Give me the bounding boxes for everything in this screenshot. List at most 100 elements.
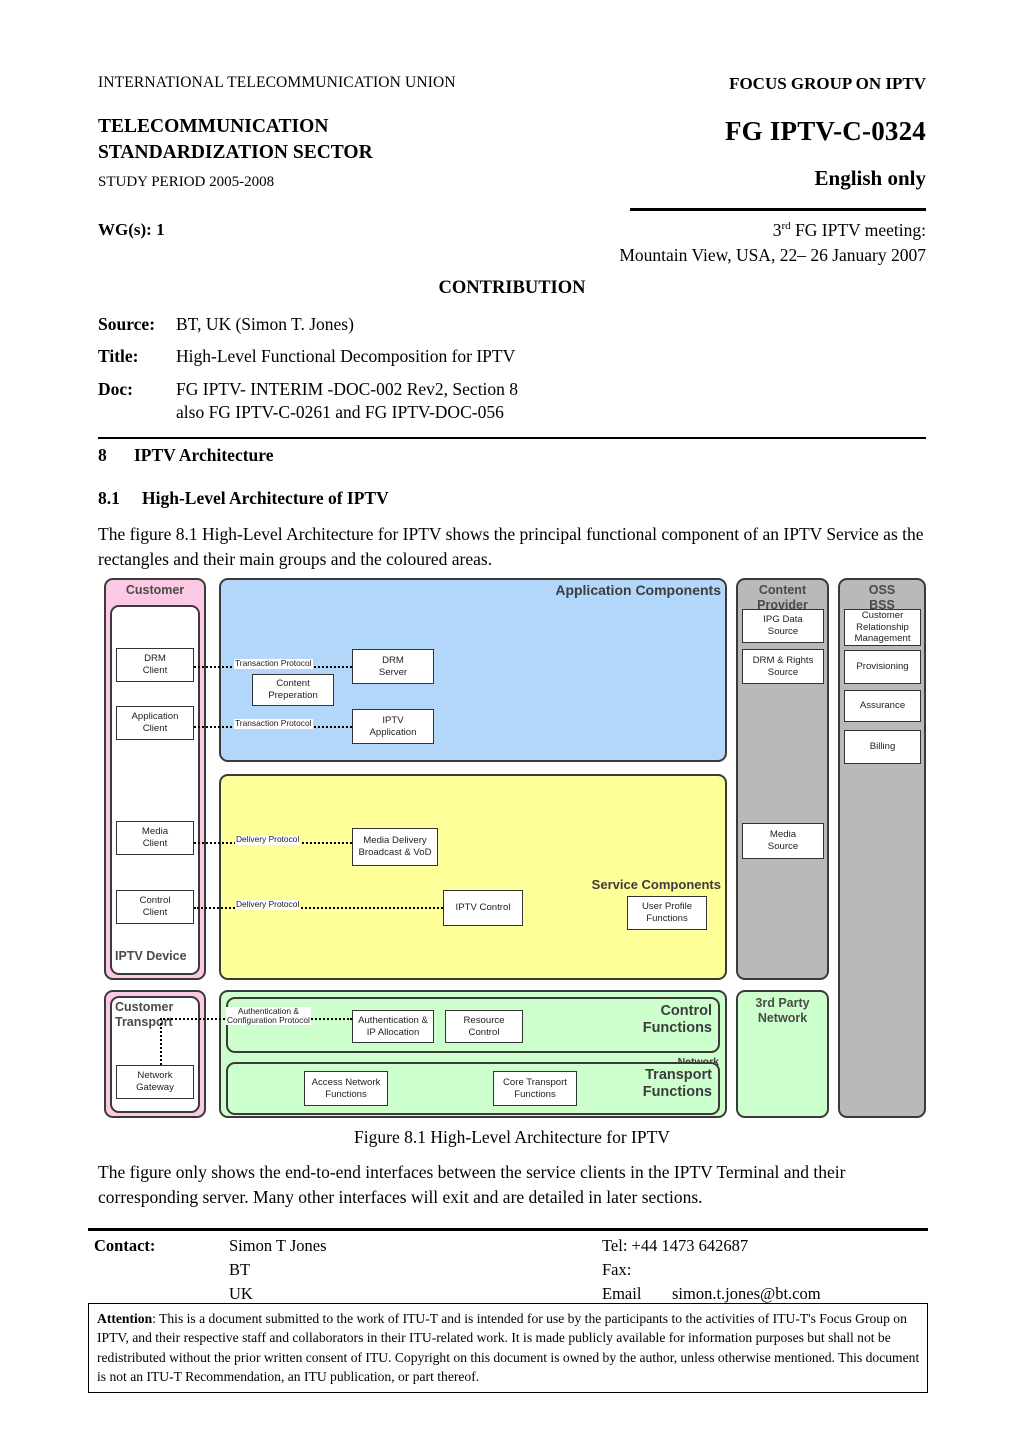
node-assurance: Assurance <box>844 690 921 722</box>
zone-customer-title: Customer <box>125 583 185 597</box>
contact-left-column: Simon T Jones BT UK <box>229 1234 327 1305</box>
sector-line-1: TELECOMMUNICATION <box>98 116 329 137</box>
drm-server-line-1: DRM <box>382 654 404 666</box>
media-client-line-1: Media <box>141 826 169 838</box>
protocol-label-auth-config: Authentication & Configuration Protocol <box>226 1006 311 1026</box>
crm-line-1: Customer <box>861 609 904 621</box>
iptv-application-line-2: Application <box>369 726 417 738</box>
node-iptv-control: IPTV Control <box>443 890 523 926</box>
content-preparation-line-1: Content <box>276 678 310 690</box>
node-media-source: Media Source <box>742 823 824 859</box>
transport-functions-line-1: Transport <box>645 1067 712 1083</box>
contact-divider <box>88 1228 928 1231</box>
section-heading-8-1: 8.1 High-Level Architecture of IPTV <box>98 488 389 509</box>
media-source-line-1: Media <box>769 829 797 841</box>
contact-name: Simon T Jones <box>229 1236 327 1255</box>
document-metadata: Source: BT, UK (Simon T. Jones) Title: H… <box>98 313 926 434</box>
drm-server-line-2: Server <box>378 666 408 678</box>
iptv-application-line-1: IPTV <box>382 714 404 726</box>
title-label: Title: <box>98 346 139 367</box>
title-value: High-Level Functional Decomposition for … <box>176 346 516 367</box>
ipg-data-line-1: IPG Data <box>763 614 803 626</box>
network-gateway-line-2: Gateway <box>136 1082 174 1093</box>
attention-text: : This is a document submitted to the wo… <box>97 1311 920 1384</box>
auth-ip-line-2: IP Allocation <box>366 1026 420 1038</box>
section-8-1-text: High-Level Architecture of IPTV <box>142 488 389 508</box>
resource-control-line-1: Resource <box>463 1014 505 1026</box>
focus-group-line: FOCUS GROUP ON IPTV <box>729 74 926 93</box>
control-functions-line-1: Control <box>660 1003 712 1019</box>
meeting-info: 3rd FG IPTV meeting: Mountain View, USA,… <box>619 218 926 268</box>
attention-notice: Attention: This is a document submitted … <box>88 1303 928 1394</box>
media-source-line-2: Source <box>767 841 799 852</box>
doc-label: Doc: <box>98 378 133 399</box>
doc-value-line-1: FG IPTV- INTERIM -DOC-002 Rev2, Section … <box>176 378 519 399</box>
meta-row-source: Source: BT, UK (Simon T. Jones) <box>98 313 926 336</box>
itu-union-line: INTERNATIONAL TELECOMMUNICATION UNION <box>98 74 456 91</box>
connector-gateway-vertical <box>160 1018 162 1065</box>
crm-line-3: Management <box>854 633 911 645</box>
meta-row-title: Title: High-Level Functional Decompositi… <box>98 345 926 368</box>
document-page: INTERNATIONAL TELECOMMUNICATION UNION FO… <box>0 0 1020 1443</box>
meeting-ordinal-suffix: rd <box>781 220 791 233</box>
document-number: FG IPTV-C-0324 <box>724 116 926 146</box>
figure-caption: Figure 8.1 High-Level Architecture for I… <box>354 1127 670 1147</box>
node-user-profile-functions: User Profile Functions <box>627 896 707 930</box>
zone-application-components <box>219 578 727 762</box>
customer-transport-line-1: Customer <box>115 1000 174 1014</box>
node-resource-control: Resource Control <box>445 1010 523 1043</box>
core-transport-line-1: Core Transport <box>503 1076 567 1088</box>
zone-application-components-title: Application Components <box>555 582 721 598</box>
source-value: BT, UK (Simon T. Jones) <box>176 314 354 334</box>
user-profile-line-1: User Profile <box>641 901 693 913</box>
attention-label: Attention <box>97 1311 153 1326</box>
node-billing: Billing <box>844 730 921 764</box>
after-figure-paragraph: The figure only shows the end-to-end int… <box>98 1162 846 1207</box>
language-note: English only <box>814 166 926 190</box>
content-provider-line-1: Content <box>758 583 807 597</box>
meeting-ordinal-num: 3 <box>772 220 782 240</box>
node-access-network-functions: Access Network Functions <box>304 1071 388 1106</box>
ipg-data-line-2: Source <box>767 626 799 637</box>
network-gateway-line-1: Network <box>137 1070 173 1082</box>
node-drm-rights-source: DRM & Rights Source <box>742 649 824 684</box>
control-functions-line-2: Functions <box>642 1019 712 1036</box>
control-client-line-2: Client <box>142 907 168 918</box>
protocol-label-transaction-2: Transaction Protocol <box>234 718 313 729</box>
application-client-line-1: Application <box>131 711 179 723</box>
contribution-title: CONTRIBUTION <box>438 278 586 298</box>
section-divider <box>98 437 926 439</box>
resource-control-line-2: Control <box>468 1026 500 1038</box>
contact-fax: Fax: <box>602 1259 632 1279</box>
third-party-line-1: 3rd Party <box>755 996 810 1010</box>
contact-country: UK <box>229 1283 253 1303</box>
content-preparation-line-2: Preperation <box>268 690 318 701</box>
contact-email-address: simon.t.jones@bt.com <box>672 1283 821 1303</box>
node-iptv-application: IPTV Application <box>352 709 434 744</box>
meeting-location: Mountain View, USA, 22– 26 January 2007 <box>619 244 926 265</box>
node-core-transport-functions: Core Transport Functions <box>493 1071 577 1106</box>
user-profile-line-2: Functions <box>646 913 688 924</box>
access-network-line-1: Access Network <box>311 1076 381 1088</box>
section-8-1-number: 8.1 <box>98 488 120 508</box>
node-control-client: Control Client <box>116 890 194 924</box>
sector-line-2: STANDARDIZATION SECTOR <box>98 141 373 163</box>
section-heading-8: 8 IPTV Architecture <box>98 445 274 466</box>
auth-ip-line-1: Authentication & <box>358 1014 428 1026</box>
node-content-preparation: Content Preperation <box>252 674 334 706</box>
transport-functions-line-2: Functions <box>642 1083 712 1100</box>
header-divider <box>630 208 926 211</box>
node-media-delivery: Media Delivery Broadcast & VoD <box>352 828 438 866</box>
zone-service-components-title: Service Components <box>591 877 721 892</box>
drm-rights-line-1: DRM & Rights <box>752 654 814 666</box>
media-delivery-line-2: Broadcast & VoD <box>358 847 432 858</box>
source-label: Source: <box>98 314 156 334</box>
oss-line-1: OSS <box>868 583 896 597</box>
media-client-line-2: Client <box>142 838 168 849</box>
zone-third-party-network-title: 3rd Party Network <box>736 996 829 1026</box>
node-ipg-data-source: IPG Data Source <box>742 609 824 643</box>
protocol-label-delivery-2: Delivery Protocol <box>235 899 301 910</box>
node-application-client: Application Client <box>116 706 194 740</box>
protocol-label-transaction-1: Transaction Protocol <box>234 658 313 669</box>
zone-iptv-device-title: IPTV Device <box>115 949 187 963</box>
